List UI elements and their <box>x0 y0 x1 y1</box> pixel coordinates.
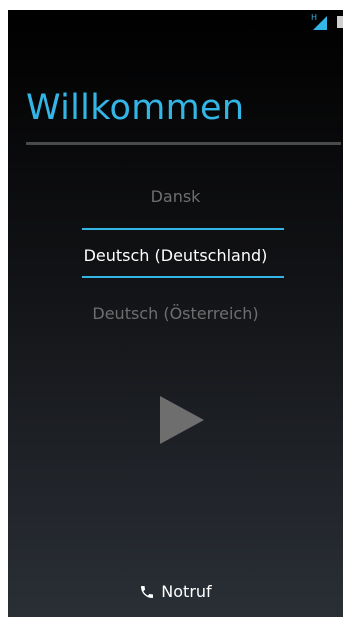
setup-screen: H Willkommen Dansk Deutsch (Deutschland)… <box>8 10 343 617</box>
language-option-dansk[interactable]: Dansk <box>8 187 343 206</box>
signal-strength-icon <box>313 16 327 30</box>
emergency-call-button[interactable]: Notruf <box>8 582 343 604</box>
phone-icon <box>141 585 154 598</box>
welcome-title: Willkommen <box>26 88 245 128</box>
status-bar: H <box>8 10 343 32</box>
selection-line-bottom <box>82 276 284 278</box>
play-icon[interactable] <box>160 396 204 444</box>
battery-icon <box>337 16 343 28</box>
language-option-selected[interactable]: Deutsch (Deutschland) <box>8 246 343 265</box>
emergency-call-label: Notruf <box>161 582 212 601</box>
language-option-deutsch-oesterreich[interactable]: Deutsch (Österreich) <box>8 304 343 323</box>
title-divider <box>26 142 341 145</box>
selection-line-top <box>82 228 284 230</box>
